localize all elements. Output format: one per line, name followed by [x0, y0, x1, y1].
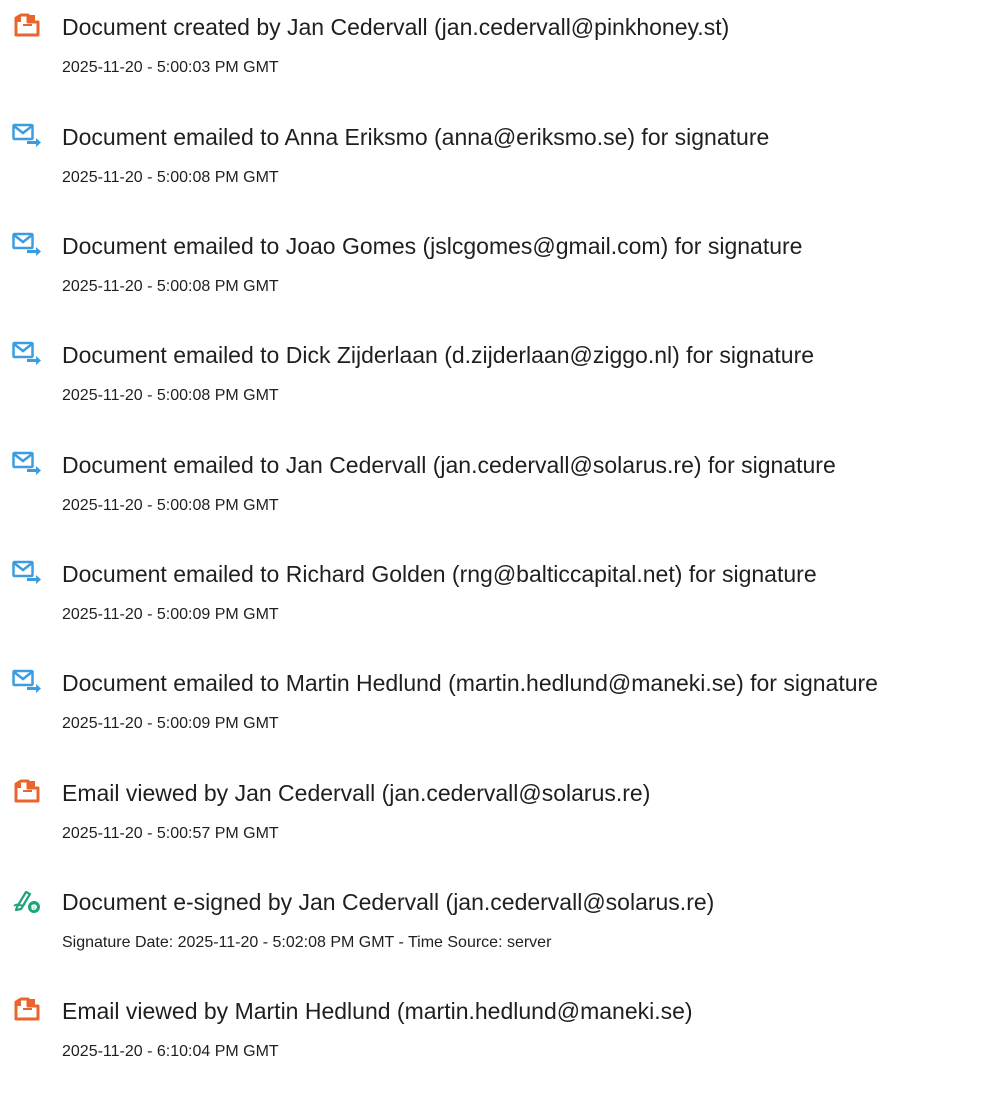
- event-title: Email viewed by Martin Hedlund (martin.h…: [62, 998, 693, 1024]
- email-sent-icon: [12, 120, 42, 150]
- event-title: Document emailed to Dick Zijderlaan (d.z…: [62, 342, 815, 368]
- event-title: Document emailed to Richard Golden (rng@…: [62, 561, 817, 587]
- event-timestamp: Signature Date: 2025-11-20 - 5:02:08 PM …: [62, 934, 552, 951]
- event-timestamp: 2025-11-20 - 5:00:08 PM GMT: [62, 169, 279, 186]
- audit-trail-list: Document created by Jan Cedervall (jan.c…: [0, 0, 1007, 1109]
- audit-event: Email viewed by Jan Cedervall (jan.ceder…: [0, 766, 1007, 856]
- audit-event: Document emailed to Anna Eriksmo (anna@e…: [0, 110, 1007, 200]
- event-timestamp: 2025-11-20 - 5:00:57 PM GMT: [62, 825, 279, 842]
- audit-event: Document emailed to Joao Gomes (jslcgome…: [0, 219, 1007, 309]
- event-timestamp: 2025-11-20 - 5:00:09 PM GMT: [62, 715, 279, 732]
- event-title: Email viewed by Jan Cedervall (jan.ceder…: [62, 780, 651, 806]
- email-sent-icon: [12, 666, 42, 696]
- audit-event: Email viewed by Martin Hedlund (martin.h…: [0, 984, 1007, 1074]
- event-title: Document emailed to Joao Gomes (jslcgome…: [62, 233, 803, 259]
- audit-event: Document created by Jan Cedervall (jan.c…: [0, 0, 1007, 90]
- event-timestamp: 2025-11-20 - 5:00:08 PM GMT: [62, 278, 279, 295]
- email-sent-icon: [12, 448, 42, 478]
- event-title: Document e-signed by Jan Cedervall (jan.…: [62, 889, 715, 915]
- document-created-icon: [12, 10, 42, 40]
- e-signature-icon: [12, 885, 42, 915]
- event-title: Document created by Jan Cedervall (jan.c…: [62, 14, 730, 40]
- event-title: Document emailed to Anna Eriksmo (anna@e…: [62, 124, 770, 150]
- event-timestamp: 2025-11-20 - 5:00:03 PM GMT: [62, 59, 279, 76]
- event-timestamp: 2025-11-20 - 5:00:09 PM GMT: [62, 606, 279, 623]
- email-sent-icon: [12, 557, 42, 587]
- email-sent-icon: [12, 229, 42, 259]
- email-sent-icon: [12, 338, 42, 368]
- audit-event: Document emailed to Jan Cedervall (jan.c…: [0, 438, 1007, 528]
- email-viewed-icon: [12, 994, 42, 1024]
- event-timestamp: 2025-11-20 - 6:10:04 PM GMT: [62, 1043, 279, 1060]
- audit-event: Document emailed to Dick Zijderlaan (d.z…: [0, 328, 1007, 418]
- audit-event: Document e-signed by Jan Cedervall (jan.…: [0, 875, 1007, 965]
- event-title: Document emailed to Martin Hedlund (mart…: [62, 670, 878, 696]
- event-title: Document emailed to Jan Cedervall (jan.c…: [62, 452, 836, 478]
- event-timestamp: 2025-11-20 - 5:00:08 PM GMT: [62, 497, 279, 514]
- audit-event: Document emailed to Martin Hedlund (mart…: [0, 656, 1007, 746]
- event-timestamp: 2025-11-20 - 5:00:08 PM GMT: [62, 387, 279, 404]
- email-viewed-icon: [12, 776, 42, 806]
- audit-event: Document emailed to Richard Golden (rng@…: [0, 547, 1007, 637]
